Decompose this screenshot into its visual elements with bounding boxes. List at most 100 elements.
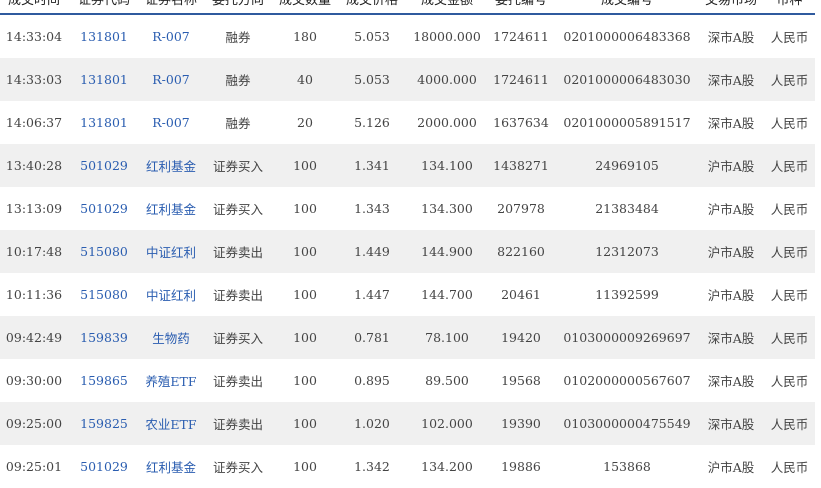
cell-deal-no: 0103000009269697 xyxy=(556,316,698,359)
cell-security-code[interactable]: 159865 xyxy=(68,359,140,402)
cell-security-code[interactable]: 501029 xyxy=(68,187,140,230)
cell-deal-no: 24969105 xyxy=(556,144,698,187)
cell-entrust-no: 19390 xyxy=(486,402,556,445)
cell-entrust-no: 1438271 xyxy=(486,144,556,187)
table-row[interactable]: 10:17:48 515080 中证红利 证券卖出 100 1.449 144.900 822… xyxy=(0,230,815,273)
cell-currency: 人民币 xyxy=(770,288,809,303)
cell-direction: 证券买入 xyxy=(212,460,263,475)
cell-direction: 证券买入 xyxy=(202,316,274,359)
cell-trade-time: 13:13:09 xyxy=(5,201,63,216)
cell-quantity: 180 xyxy=(293,29,317,44)
table-row[interactable]: 13:13:09 501029 红利基金 证券买入 100 1.343 134.300 207… xyxy=(0,187,815,230)
cell-security-code[interactable]: 159825 xyxy=(68,402,140,445)
header-security-name[interactable]: 证券名称 xyxy=(140,0,202,15)
cell-security-name[interactable]: 红利基金 xyxy=(140,187,202,230)
cell-direction: 证券买入 xyxy=(202,144,274,187)
cell-currency: 人民币 xyxy=(770,460,809,475)
header-currency[interactable]: 币种 xyxy=(764,0,815,15)
cell-trade-time: 14:33:04 xyxy=(5,29,63,44)
cell-amount: 102.000 xyxy=(408,402,486,445)
cell-entrust-no: 1724611 xyxy=(486,58,556,101)
cell-market: 沪市A股 xyxy=(707,288,755,303)
table-row[interactable]: 14:33:04 131801 R-007 融券 180 5.053 18000.000 17… xyxy=(0,14,815,58)
header-price[interactable]: 成交价格 xyxy=(336,0,408,15)
header-direction[interactable]: 委托方向 xyxy=(202,0,274,15)
cell-security-name[interactable]: R-007 xyxy=(140,58,202,101)
cell-amount: 89.500 xyxy=(425,373,469,388)
cell-market: 沪市A股 xyxy=(707,202,755,217)
cell-amount: 134.200 xyxy=(421,459,473,474)
cell-direction: 证券卖出 xyxy=(212,288,263,303)
cell-direction: 证券卖出 xyxy=(202,230,274,273)
cell-direction: 证券卖出 xyxy=(202,402,274,445)
cell-trade-time: 09:42:49 xyxy=(0,316,68,359)
cell-security-code[interactable]: 131801 xyxy=(68,101,140,144)
cell-trade-time: 14:06:37 xyxy=(5,115,63,130)
table-row[interactable]: 14:06:37 131801 R-007 融券 20 5.126 2000.000 1637… xyxy=(0,101,815,144)
cell-trade-time: 10:11:36 xyxy=(5,287,63,302)
cell-security-name[interactable]: 农业ETF xyxy=(140,402,202,445)
header-market[interactable]: 交易市场 xyxy=(698,0,764,15)
cell-entrust-no: 1637634 xyxy=(493,115,549,130)
cell-deal-no: 0201000006483030 xyxy=(556,58,698,101)
cell-price: 0.895 xyxy=(354,373,390,388)
table-row[interactable]: 13:40:28 501029 红利基金 证券买入 100 1.341 134.100 143… xyxy=(0,144,815,187)
cell-currency: 人民币 xyxy=(764,316,815,359)
cell-security-code[interactable]: 515080 xyxy=(68,230,140,273)
cell-entrust-no: 1724611 xyxy=(493,29,549,44)
cell-security-code[interactable]: 131801 xyxy=(68,14,140,58)
cell-currency: 人民币 xyxy=(770,202,809,217)
cell-trade-time: 14:33:03 xyxy=(0,58,68,101)
cell-quantity: 20 xyxy=(297,115,313,130)
cell-amount: 134.300 xyxy=(421,201,473,216)
cell-market: 沪市A股 xyxy=(698,144,764,187)
cell-price: 5.053 xyxy=(336,58,408,101)
cell-security-name[interactable]: R-007 xyxy=(140,101,202,144)
table-row[interactable]: 09:30:00 159865 养殖ETF 证券卖出 100 0.895 89.500 195… xyxy=(0,359,815,402)
table-row[interactable]: 09:25:01 501029 红利基金 证券买入 100 1.342 134.200 198… xyxy=(0,445,815,488)
cell-security-name[interactable]: 红利基金 xyxy=(140,144,202,187)
cell-entrust-no: 207978 xyxy=(497,201,545,216)
cell-quantity: 100 xyxy=(293,459,317,474)
cell-entrust-no: 19420 xyxy=(486,316,556,359)
cell-currency: 人民币 xyxy=(764,230,815,273)
header-amount[interactable]: 成交金额 xyxy=(408,0,486,15)
header-deal-no[interactable]: 成交编号 xyxy=(556,0,698,15)
cell-market: 深市A股 xyxy=(698,402,764,445)
cell-deal-no: 0103000000475549 xyxy=(556,402,698,445)
cell-amount: 134.100 xyxy=(408,144,486,187)
cell-market: 深市A股 xyxy=(707,30,755,45)
table-row[interactable]: 14:33:03 131801 R-007 融券 40 5.053 4000.000 1724… xyxy=(0,58,815,101)
cell-deal-no: 0201000005891517 xyxy=(563,115,691,130)
cell-deal-no: 12312073 xyxy=(556,230,698,273)
cell-price: 1.020 xyxy=(336,402,408,445)
cell-security-code[interactable]: 501029 xyxy=(68,144,140,187)
cell-security-code[interactable]: 159839 xyxy=(68,316,140,359)
cell-market: 深市A股 xyxy=(698,58,764,101)
table-row[interactable]: 10:11:36 515080 中证红利 证券卖出 100 1.447 144.700 204… xyxy=(0,273,815,316)
cell-price: 5.126 xyxy=(354,115,390,130)
cell-price: 5.053 xyxy=(354,29,390,44)
cell-price: 1.447 xyxy=(354,287,390,302)
cell-security-name[interactable]: 红利基金 xyxy=(140,445,202,488)
header-trade-time[interactable]: 成交时间 xyxy=(0,0,68,15)
cell-direction: 融券 xyxy=(202,58,274,101)
cell-security-name[interactable]: 养殖ETF xyxy=(140,359,202,402)
cell-currency: 人民币 xyxy=(764,144,815,187)
header-security-code[interactable]: 证券代码 xyxy=(68,0,140,15)
table-row[interactable]: 09:42:49 159839 生物药 证券买入 100 0.781 78.100 19420… xyxy=(0,316,815,359)
table-row[interactable]: 09:25:00 159825 农业ETF 证券卖出 100 1.020 102.000 19… xyxy=(0,402,815,445)
cell-security-code[interactable]: 501029 xyxy=(68,445,140,488)
cell-trade-time: 10:17:48 xyxy=(0,230,68,273)
cell-security-code[interactable]: 515080 xyxy=(68,273,140,316)
cell-security-name[interactable]: R-007 xyxy=(140,14,202,58)
cell-security-code[interactable]: 131801 xyxy=(68,58,140,101)
cell-security-name[interactable]: 生物药 xyxy=(140,316,202,359)
cell-currency: 人民币 xyxy=(770,116,809,131)
cell-deal-no: 153868 xyxy=(603,459,651,474)
cell-security-name[interactable]: 中证红利 xyxy=(140,230,202,273)
cell-security-name[interactable]: 中证红利 xyxy=(140,273,202,316)
cell-deal-no: 0102000000567607 xyxy=(563,373,691,388)
header-entrust-no[interactable]: 委托编号 xyxy=(486,0,556,15)
header-quantity[interactable]: 成交数量 xyxy=(274,0,336,15)
